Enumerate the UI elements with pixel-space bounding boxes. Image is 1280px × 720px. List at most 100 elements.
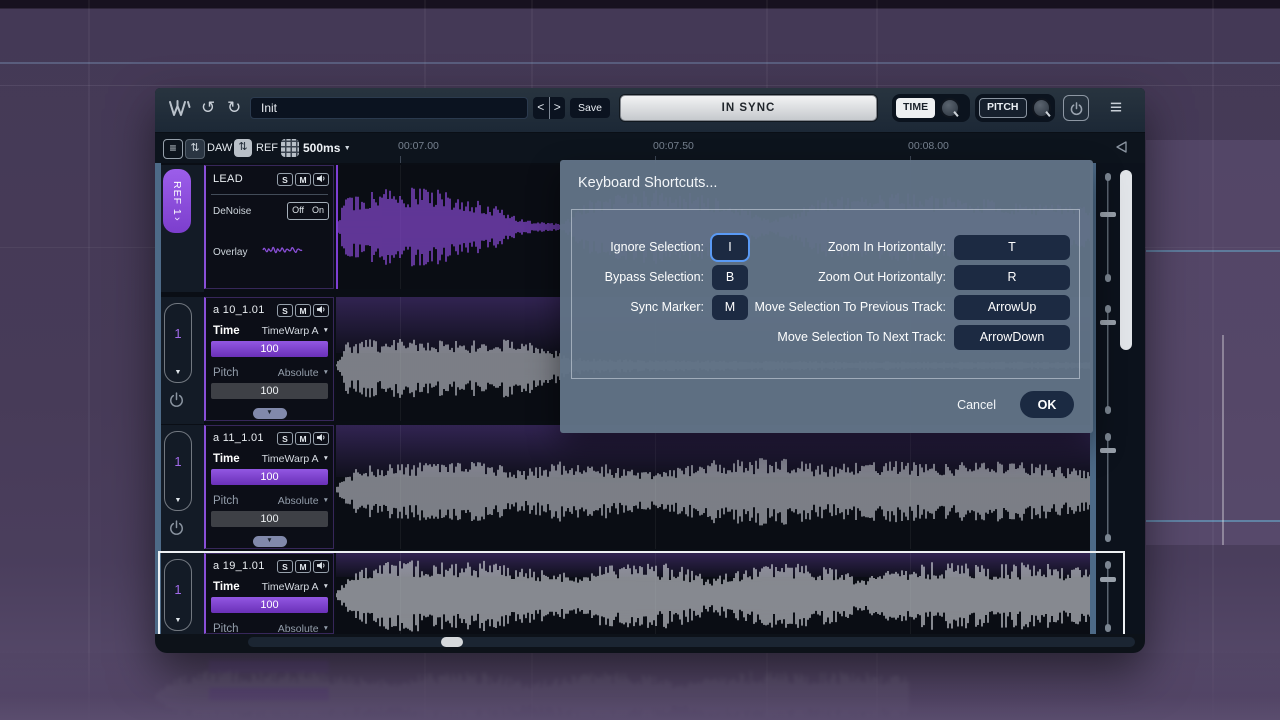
shortcut-key-button[interactable]: B	[712, 265, 748, 290]
mute-button[interactable]: M	[295, 304, 311, 317]
keyboard-shortcuts-dialog: Keyboard Shortcuts... Ignore Selection: …	[560, 160, 1093, 433]
preset-name-field[interactable]: Init	[250, 97, 528, 119]
expand-track-button[interactable]: ▼	[253, 408, 287, 419]
shortcut-row: Sync Marker: M	[572, 292, 748, 322]
shortcut-key-button[interactable]: R	[954, 265, 1070, 290]
grid-resolution-dropdown[interactable]: 500ms ▼	[303, 141, 351, 155]
time-knob[interactable]	[940, 98, 960, 118]
dialog-title: Keyboard Shortcuts...	[578, 175, 717, 191]
time-mode-dropdown[interactable]: TimeWarp A	[262, 581, 319, 593]
power-button[interactable]	[1063, 95, 1089, 121]
track-power-button[interactable]	[168, 391, 186, 409]
solo-button[interactable]: S	[277, 173, 293, 186]
take-selector[interactable]: 1 ▼	[164, 559, 192, 631]
shortcuts-column-right: Zoom In Horizontally: T Zoom Out Horizon…	[752, 232, 1070, 352]
shortcut-key-button[interactable]: T	[954, 235, 1070, 260]
overlay-waveform-icon[interactable]	[261, 239, 305, 266]
ruler-toolbar: ≡ ⇅ DAW ⇅ REF 500ms ▼ 00:07.00 00:07.50 …	[155, 133, 1145, 163]
speaker-button[interactable]	[313, 432, 329, 445]
pitch-label: Pitch	[213, 495, 239, 507]
solo-button[interactable]: S	[277, 560, 293, 573]
time-toggle-button[interactable]: TIME	[896, 98, 935, 118]
marker-flag-icon[interactable]	[1114, 140, 1129, 159]
pitch-mode-dropdown[interactable]: Absolute	[278, 623, 319, 635]
track-gutter: 1 ▼	[161, 297, 204, 424]
track-volume-fader[interactable]	[1099, 433, 1117, 542]
bg-window-blur	[1146, 140, 1280, 545]
shortcut-label: Ignore Selection:	[610, 240, 704, 254]
chevron-down-icon: ▼	[165, 617, 191, 624]
grid-snap-icon[interactable]	[281, 139, 299, 157]
shortcut-row: Zoom Out Horizontally: R	[752, 262, 1070, 292]
track-volume-fader[interactable]	[1099, 561, 1117, 632]
ref-track-name: LEAD	[213, 173, 243, 185]
time-mode-dropdown[interactable]: TimeWarp A	[262, 453, 319, 465]
denoise-on-option[interactable]: On	[308, 203, 328, 219]
shortcut-row: Bypass Selection: B	[572, 262, 748, 292]
overlay-label: Overlay	[213, 247, 247, 258]
dub-waveform-lane[interactable]	[336, 425, 1090, 549]
pitch-amount-slider[interactable]: 100	[211, 511, 328, 527]
dub-waveform-lane[interactable]	[336, 553, 1090, 634]
cancel-button[interactable]: Cancel	[957, 398, 996, 412]
time-amount-slider[interactable]: 100	[211, 469, 328, 485]
mute-button[interactable]: M	[295, 560, 311, 573]
speaker-button[interactable]	[313, 560, 329, 573]
shortcut-key-button[interactable]: ArrowUp	[954, 295, 1070, 320]
menu-icon[interactable]: ≡	[1103, 95, 1129, 121]
time-mode-dropdown[interactable]: TimeWarp A	[262, 325, 319, 337]
shortcut-key-button[interactable]: ArrowDown	[954, 325, 1070, 350]
daw-transfer-icon[interactable]: ⇅	[185, 139, 205, 159]
vertical-scrollbar[interactable]	[1120, 170, 1132, 350]
take-selector[interactable]: 1 ▼	[164, 431, 192, 511]
bg-grid-line	[0, 62, 1280, 64]
solo-button[interactable]: S	[277, 432, 293, 445]
ref-track-header: LEAD S M DeNoise Auto Off On	[204, 165, 334, 289]
chevron-down-icon: ▼	[323, 369, 329, 376]
bg-grid-line	[1146, 250, 1280, 252]
pitch-mode-dropdown[interactable]: Absolute	[278, 367, 319, 379]
track-power-button[interactable]	[168, 519, 186, 537]
next-preset-button[interactable]: >	[550, 97, 566, 119]
speaker-button[interactable]	[313, 173, 329, 186]
solo-button[interactable]: S	[277, 304, 293, 317]
bg-grid-line	[1146, 520, 1280, 522]
pitch-label: Pitch	[213, 367, 239, 379]
bg-grid-line	[88, 0, 90, 720]
take-number: 1	[165, 326, 191, 341]
sync-status-display: IN SYNC	[620, 95, 877, 121]
mute-button[interactable]: M	[295, 432, 311, 445]
shortcut-key-button[interactable]: I	[712, 235, 748, 260]
undo-icon[interactable]: ↺	[201, 98, 215, 118]
ref-transfer-icon[interactable]: ⇅	[234, 139, 252, 157]
preset-prev-next: < >	[533, 97, 565, 119]
pitch-knob[interactable]	[1032, 98, 1052, 118]
mute-button[interactable]: M	[295, 173, 311, 186]
expand-track-button[interactable]: ▼	[253, 536, 287, 547]
denoise-off-option[interactable]: Off	[288, 203, 308, 219]
pitch-amount-slider[interactable]: 100	[211, 383, 328, 399]
chevron-down-icon: ▼	[323, 625, 329, 632]
time-amount-slider[interactable]: 100	[211, 341, 328, 357]
track-list-icon[interactable]: ≡	[163, 139, 183, 159]
shortcut-key-button[interactable]: M	[712, 295, 748, 320]
track-volume-fader[interactable]	[1099, 305, 1117, 414]
ref1-tab[interactable]: REF 1 ›	[163, 169, 191, 233]
prev-preset-button[interactable]: <	[533, 97, 550, 119]
horizontal-scrollbar-track[interactable]	[248, 637, 1135, 647]
horizontal-scrollbar-thumb[interactable]	[441, 637, 463, 647]
time-amount-slider[interactable]: 100	[211, 597, 328, 613]
save-button[interactable]: Save	[570, 98, 610, 118]
speaker-button[interactable]	[313, 304, 329, 317]
ref-volume-fader[interactable]	[1099, 173, 1117, 282]
denoise-segmented-control: Auto Off On	[287, 202, 329, 220]
pitch-toggle-button[interactable]: PITCH	[979, 98, 1027, 118]
pitch-mode-dropdown[interactable]: Absolute	[278, 495, 319, 507]
bg-grid-line	[1212, 0, 1214, 720]
ok-button[interactable]: OK	[1020, 391, 1074, 418]
take-selector[interactable]: 1 ▼	[164, 303, 192, 383]
bg-grid-line	[1222, 335, 1224, 545]
timeline-tick-label: 00:07.50	[653, 140, 694, 152]
shortcut-label: Zoom In Horizontally:	[828, 240, 946, 254]
redo-icon[interactable]: ↻	[227, 98, 241, 118]
